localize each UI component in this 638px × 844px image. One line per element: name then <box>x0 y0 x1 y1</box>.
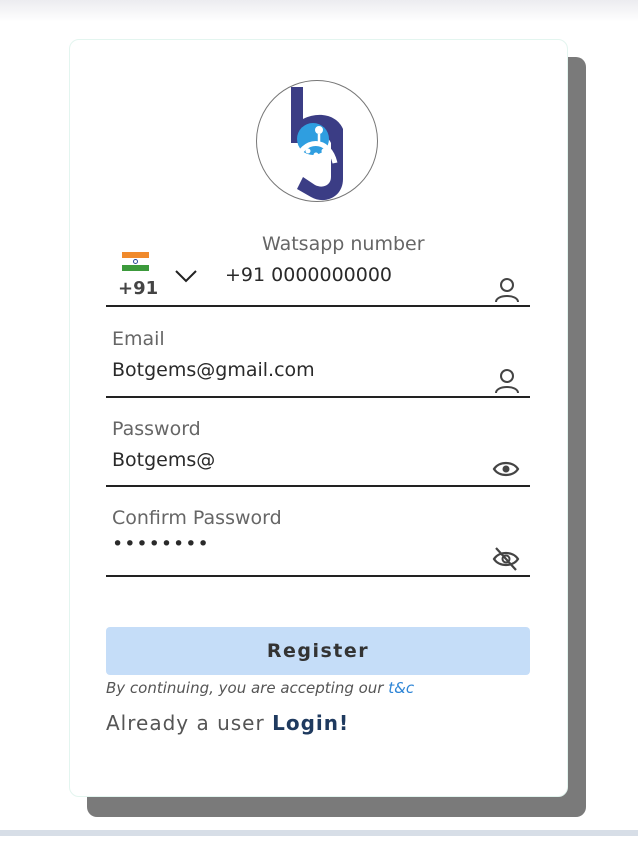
login-prompt: Already a user Login! <box>106 711 349 735</box>
password-input[interactable]: Botgems@ <box>112 449 215 471</box>
terms-text: By continuing, you are accepting our t&c <box>106 679 414 697</box>
email-input[interactable]: Botgems@gmail.com <box>112 359 315 381</box>
confirm-password-input[interactable]: •••••••• <box>112 533 210 555</box>
user-icon <box>495 369 519 394</box>
email-field[interactable]: Email Botgems@gmail.com <box>106 326 530 398</box>
login-prefix: Already a user <box>106 711 265 735</box>
bottom-bar <box>0 830 638 844</box>
eye-icon[interactable] <box>492 459 520 479</box>
register-button[interactable]: Register <box>106 627 530 675</box>
terms-prefix: By continuing, you are accepting our <box>106 679 384 697</box>
brand-logo <box>256 80 378 202</box>
logo-icon <box>291 87 343 201</box>
email-label: Email <box>112 328 165 350</box>
confirm-password-label: Confirm Password <box>112 507 282 529</box>
terms-link[interactable]: t&c <box>388 679 414 697</box>
password-label: Password <box>112 418 201 440</box>
eye-off-icon[interactable] <box>492 546 520 572</box>
login-link[interactable]: Login! <box>272 711 349 735</box>
top-gradient <box>0 0 638 22</box>
password-field[interactable]: Password Botgems@ <box>106 416 530 487</box>
user-icon <box>495 278 519 303</box>
register-card: Watsapp number +91 +91 0000000000 Email … <box>69 39 568 797</box>
phone-field[interactable] <box>106 248 530 307</box>
confirm-password-field[interactable]: Confirm Password •••••••• <box>106 505 530 577</box>
